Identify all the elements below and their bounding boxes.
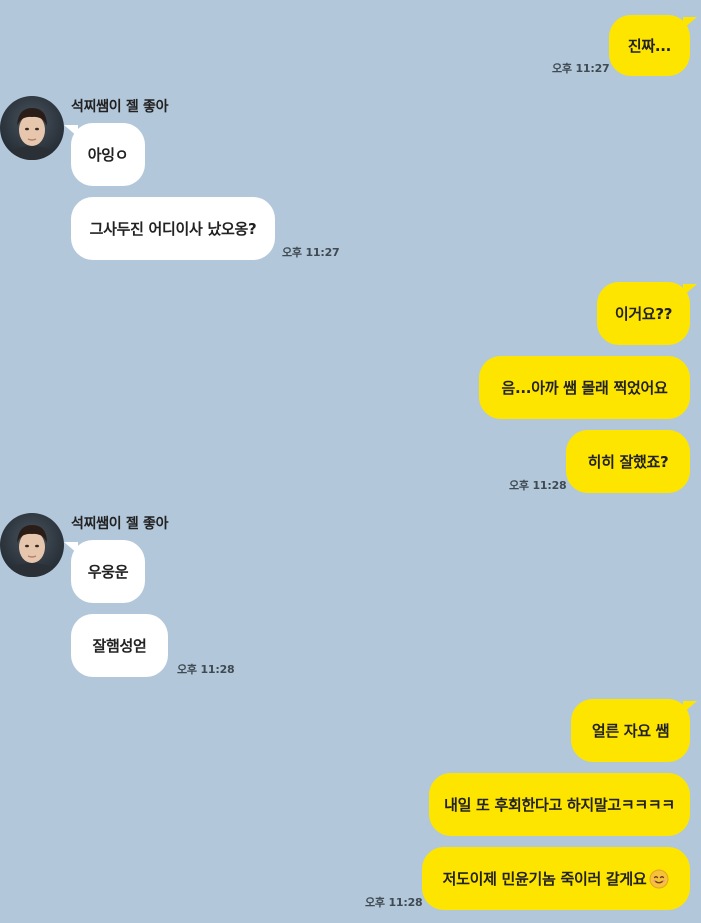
avatar[interactable] — [0, 96, 64, 160]
message-text: 이거요?? — [614, 305, 673, 323]
message-bubble-outgoing[interactable]: 저도이제 민윤기놈 죽이러 갈게요 — [422, 847, 690, 910]
message-text: 우웅운 — [87, 563, 129, 581]
message-bubble-incoming[interactable]: 그사두진 어디이사 났오옹? — [71, 197, 275, 260]
message-bubble-outgoing[interactable]: 음...아까 쌤 몰래 찍었어요 — [479, 356, 690, 419]
message-bubble-outgoing[interactable]: 내일 또 후회한다고 하지말고ㅋㅋㅋㅋ — [429, 773, 690, 836]
message-bubble-outgoing[interactable]: 이거요?? — [597, 282, 697, 345]
message-time: 오후 11:27 — [282, 246, 340, 259]
message-time: 오후 11:28 — [365, 896, 423, 909]
message-text: 진짜... — [627, 37, 672, 55]
message-text: 잘햄성얻 — [92, 637, 147, 655]
message-time: 오후 11:28 — [177, 663, 235, 676]
message-text: 히히 잘했죠? — [587, 453, 669, 471]
message-text: 아잉ㅇ — [87, 146, 129, 164]
profile-photo — [0, 96, 64, 160]
message-bubble-incoming[interactable]: 잘햄성얻 — [71, 614, 168, 677]
smiling-face-icon — [649, 869, 669, 889]
message-time: 오후 11:28 — [509, 479, 567, 492]
message-bubble-outgoing[interactable]: 히히 잘했죠? — [566, 430, 690, 493]
message-text: 얼른 자요 쌤 — [591, 722, 670, 740]
message-bubble-incoming[interactable]: 우웅운 — [64, 540, 145, 603]
message-bubble-outgoing[interactable]: 진짜... — [609, 15, 697, 76]
message-bubble-outgoing[interactable]: 얼른 자요 쌤 — [571, 699, 697, 762]
sender-name: 석찌쌤이 젤 좋아 — [71, 99, 169, 115]
message-bubble-incoming[interactable]: 아잉ㅇ — [64, 123, 145, 186]
message-time: 오후 11:27 — [552, 62, 610, 75]
message-text: 그사두진 어디이사 났오옹? — [89, 220, 257, 238]
profile-photo — [0, 513, 64, 577]
message-text: 음...아까 쌤 몰래 찍었어요 — [501, 379, 668, 397]
avatar[interactable] — [0, 513, 64, 577]
sender-name: 석찌쌤이 젤 좋아 — [71, 516, 169, 532]
message-text: 저도이제 민윤기놈 죽이러 갈게요 — [442, 870, 647, 888]
message-text: 내일 또 후회한다고 하지말고ㅋㅋㅋㅋ — [444, 796, 675, 814]
